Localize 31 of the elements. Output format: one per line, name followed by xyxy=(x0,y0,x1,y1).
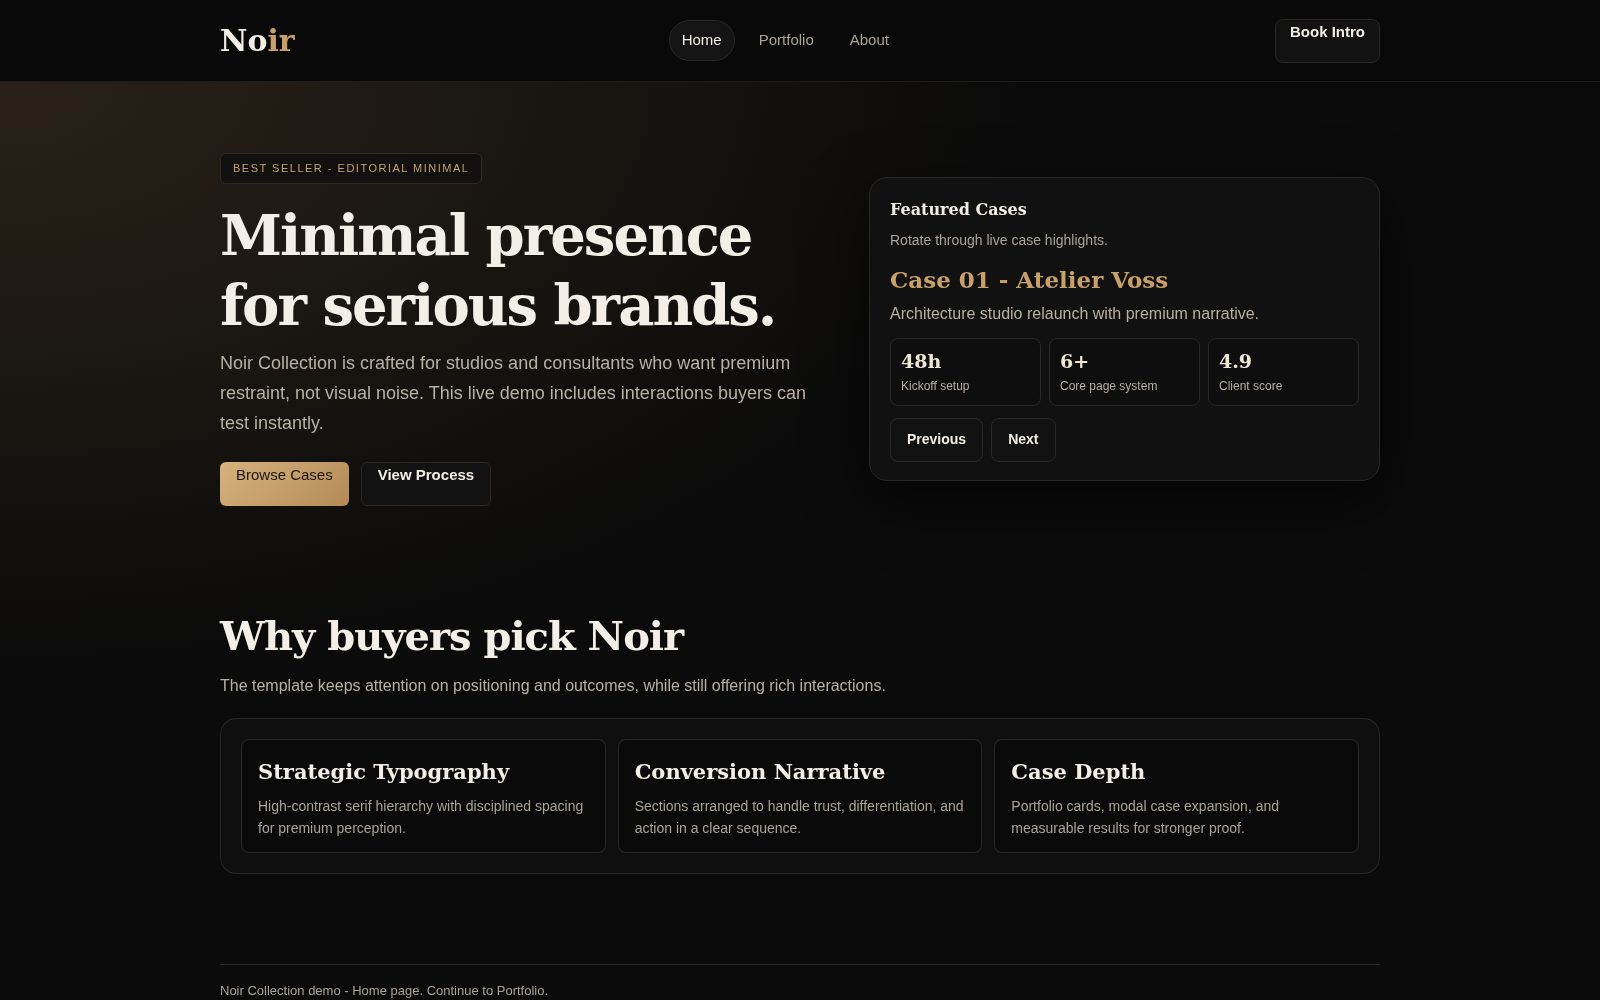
footer-text: Noir Collection demo - Home page. Continue to Portfolio. xyxy=(220,981,550,1000)
feature-title: Strategic Typography xyxy=(258,757,511,786)
case-title: Case 01 - Atelier Voss xyxy=(890,265,1170,295)
section-description: The template keeps attention on positioning and outcomes, while still offering rich interactions. xyxy=(220,675,887,696)
feature-title: Case Depth xyxy=(1011,757,1147,786)
badge: BEST SELLER - EDITORIAL MINIMAL xyxy=(220,153,483,184)
stat-value: 4.9 xyxy=(1219,348,1254,374)
feature-description: Sections arranged to handle trust, differentiation, and action in a clear sequence. xyxy=(634,797,965,838)
hero-heading: Minimal presence for serious brands. xyxy=(220,200,776,340)
browse-cases-button[interactable]: Browse Cases xyxy=(220,461,349,506)
nav-link[interactable]: Home xyxy=(668,20,735,61)
previous-button[interactable]: Previous xyxy=(890,417,984,462)
stat-label: Kickoff setup xyxy=(901,378,971,395)
stat-label: Client score xyxy=(1219,378,1284,395)
feature-description: Portfolio cards, modal case expansion, and measurable results for stronger proof. xyxy=(1011,797,1281,838)
stat-label: Core page system xyxy=(1060,378,1159,395)
book-intro-button[interactable]: Book Intro xyxy=(1275,18,1380,63)
case-description: Architecture studio relaunch with premium narrative. xyxy=(890,303,1261,324)
stat-value: 48h xyxy=(901,348,943,374)
card-title: Featured Cases xyxy=(890,199,1028,221)
card-subtitle: Rotate through live case highlights. xyxy=(890,231,1109,250)
feature-description: High-contrast serif hierarchy with disciplined spacing for premium perception. xyxy=(258,797,585,838)
stat-value: 6+ xyxy=(1060,348,1091,374)
section-heading: Why buyers pick Noir xyxy=(220,610,686,661)
hero-description: Noir Collection is crafted for studios and consultants who want premium restraint, not visual noise. This live demo includes interactions buyers can test instantly. xyxy=(220,351,807,435)
nav-link[interactable]: Portfolio xyxy=(746,21,826,60)
logo[interactable]: Noir xyxy=(220,18,295,63)
view-process-button[interactable]: View Process xyxy=(360,461,492,506)
next-button[interactable]: Next xyxy=(991,417,1056,462)
nav-link[interactable]: About xyxy=(837,21,901,60)
feature-title: Conversion Narrative xyxy=(634,757,887,786)
